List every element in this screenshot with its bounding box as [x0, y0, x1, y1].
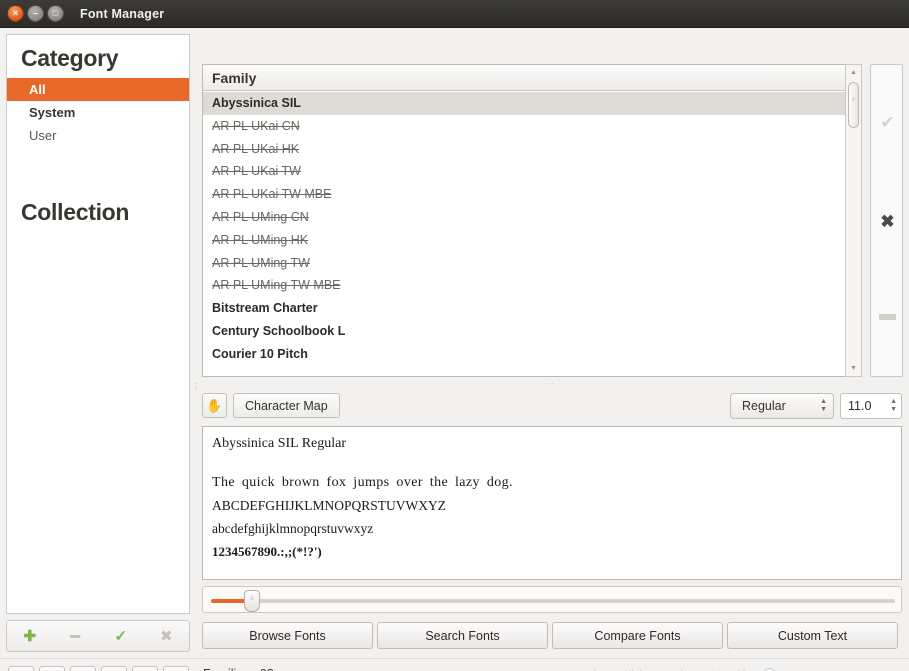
preview-toolbar: ✋ Character Map [202, 393, 340, 418]
family-row[interactable]: AR PL UMing HK [203, 229, 861, 252]
font-action-panel: ✔ ✖ [870, 64, 903, 377]
sidebar: Category All System User Collection [6, 34, 190, 614]
family-row[interactable]: AR PL UMing TW MBE [203, 274, 861, 297]
families-count-label: Families : 98 [203, 667, 274, 671]
scroll-down-icon[interactable]: ▼ [846, 361, 861, 376]
scrollbar-grip-icon: ≡ [851, 97, 856, 103]
family-row[interactable]: AR PL UMing CN [203, 206, 861, 229]
family-row[interactable]: AR PL UKai TW [203, 160, 861, 183]
font-size-slider[interactable]: ≡ [202, 586, 902, 613]
preview-uppercase: ABCDEFGHIJKLMNOPQRSTUVWXYZ [212, 498, 447, 513]
window-titlebar: × – □ Font Manager [0, 0, 909, 28]
bottom-button-row: Browse Fonts Search Fonts Compare Fonts … [202, 622, 898, 649]
disable-icon[interactable]: ✖ [144, 629, 190, 644]
character-map-icon[interactable]: ✋ [202, 393, 227, 418]
disable-font-icon[interactable]: ✖ [871, 212, 904, 232]
spinner-updown-icon[interactable]: ▲ ▼ [890, 398, 897, 414]
font-size-stepper[interactable]: 11.0 ▲ ▼ [840, 393, 902, 419]
remove-font-icon[interactable] [879, 314, 896, 320]
font-style-select[interactable]: Regular ▲ ▼ [730, 393, 834, 419]
compare-fonts-button[interactable]: Compare Fonts [552, 622, 723, 649]
family-column-header[interactable]: Family [203, 65, 861, 91]
preview-lowercase: abcdefghijklmnopqrstuvwxyz [212, 521, 374, 536]
scrollbar-thumb[interactable]: ≡ [848, 82, 859, 128]
window-minimize-button[interactable]: – [27, 5, 44, 22]
family-row[interactable]: AR PL UKai TW MBE [203, 183, 861, 206]
window-maximize-button[interactable]: □ [47, 5, 64, 22]
sidebar-item-system[interactable]: System [7, 101, 189, 124]
watermark-glyph: ♾ [762, 667, 776, 671]
enable-font-icon[interactable]: ✔ [871, 113, 904, 133]
font-preview-area[interactable]: Abyssinica SIL Regular The quick brown f… [202, 426, 902, 580]
family-row[interactable]: Abyssinica SIL [203, 92, 861, 115]
slider-thumb[interactable]: ≡ [244, 590, 260, 612]
add-icon[interactable]: ✚ [7, 629, 53, 644]
family-row[interactable]: Courier 10 Pitch [203, 343, 861, 366]
slider-grip-icon: ≡ [250, 596, 254, 602]
scroll-up-icon[interactable]: ▲ [846, 65, 861, 80]
status-bar: Families : 98 http://blog.csdn.net/smile… [0, 658, 909, 671]
sidebar-item-all[interactable]: All [7, 78, 189, 101]
font-size-value: 11.0 [848, 399, 872, 413]
family-row[interactable]: AR PL UMing TW [203, 252, 861, 275]
minimize-icon: – [32, 8, 38, 18]
family-row[interactable]: AR PL UKai HK [203, 138, 861, 161]
collection-toolbar: ✚ ▬ ✓ ✖ [6, 620, 190, 652]
family-list-panel: Family Abyssinica SIL AR PL UKai CN AR PL … [202, 64, 862, 377]
preview-font-title: Abyssinica SIL Regular [212, 436, 347, 451]
watermark-url: http://blog.csdn.net/smilett [593, 667, 762, 671]
window-close-button[interactable]: × [7, 5, 24, 22]
slider-track[interactable] [211, 599, 895, 603]
watermark-text: http://blog.csdn.net/smilett♾ [593, 665, 776, 671]
maximize-icon: □ [52, 8, 59, 18]
family-list-scrollbar[interactable]: ▲ ≡ ▼ [845, 64, 862, 377]
font-style-value: Regular [742, 399, 786, 413]
vertical-pane-splitter[interactable]: ⋮ [192, 380, 200, 394]
window-title: Font Manager [80, 6, 165, 21]
family-row[interactable]: Century Schoolbook L [203, 320, 861, 343]
close-icon: × [12, 8, 19, 18]
character-map-button[interactable]: Character Map [233, 393, 340, 418]
browse-fonts-button[interactable]: Browse Fonts [202, 622, 373, 649]
preview-digits: 1234567890.:,;(*!?') [212, 544, 322, 559]
sidebar-item-user[interactable]: User [7, 124, 189, 147]
family-row[interactable]: Bitstream Charter [203, 297, 861, 320]
remove-icon[interactable]: ▬ [53, 631, 99, 641]
preview-pangram: The quick brown fox jumps over the lazy … [212, 475, 513, 490]
app-body: Category All System User Collection ✚ ▬ … [0, 28, 909, 671]
chevron-updown-icon[interactable]: ▲ ▼ [820, 398, 827, 414]
custom-text-button[interactable]: Custom Text [727, 622, 898, 649]
horizontal-pane-splitter[interactable]: ⋯ [520, 378, 580, 388]
category-heading: Category [21, 45, 119, 71]
family-rows: Abyssinica SIL AR PL UKai CN AR PL UKai HK… [203, 91, 861, 366]
family-row[interactable]: AR PL UKai CN [203, 115, 861, 138]
search-fonts-button[interactable]: Search Fonts [377, 622, 548, 649]
enable-icon[interactable]: ✓ [98, 629, 144, 644]
collection-heading: Collection [21, 199, 130, 225]
